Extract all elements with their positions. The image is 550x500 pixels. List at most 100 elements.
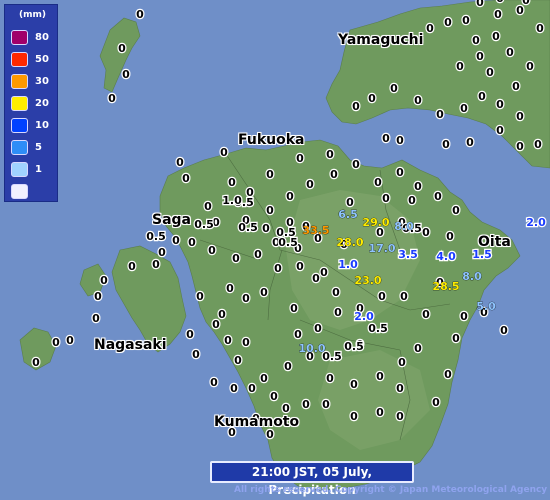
- legend-swatch: [11, 162, 28, 177]
- observation-value: 0.5: [194, 218, 214, 231]
- observation-value: 0: [444, 368, 452, 381]
- observation-value: 0: [350, 410, 358, 423]
- observation-value: 0: [210, 376, 218, 389]
- observation-value: 0: [262, 222, 270, 235]
- observation-value: 0: [456, 60, 464, 73]
- observation-value: 0: [52, 336, 60, 349]
- observation-value: 0: [496, 98, 504, 111]
- observation-value: 0: [442, 138, 450, 151]
- observation-value: 0: [94, 290, 102, 303]
- observation-value: 0: [408, 194, 416, 207]
- observation-value: 0: [414, 94, 422, 107]
- legend-swatch: [11, 74, 28, 89]
- legend-swatch: [11, 96, 28, 111]
- observation-value: 0: [296, 260, 304, 273]
- observation-value: 0: [330, 168, 338, 181]
- observation-value: 0.5: [146, 230, 166, 243]
- observation-value: 0: [460, 102, 468, 115]
- observation-value: 0: [526, 60, 534, 73]
- observation-value: 0: [312, 272, 320, 285]
- observation-value: 0: [314, 322, 322, 335]
- observation-value: 0: [374, 176, 382, 189]
- legend-swatch: [11, 30, 28, 45]
- observation-value: 17.0: [368, 242, 395, 255]
- observation-value: 0: [322, 398, 330, 411]
- observation-value: 0: [118, 42, 126, 55]
- observation-value: 0: [414, 342, 422, 355]
- observation-value: 0: [472, 34, 480, 47]
- observation-value: 0: [444, 16, 452, 29]
- observation-value: 28.5: [432, 280, 459, 293]
- observation-value: 0: [436, 108, 444, 121]
- observation-value: 0: [296, 152, 304, 165]
- observation-value: 0: [204, 200, 212, 213]
- observation-value: 10.0: [298, 342, 325, 355]
- observation-value: 0: [382, 132, 390, 145]
- observation-value: 0: [234, 354, 242, 367]
- observation-value: 0: [460, 310, 468, 323]
- observation-value: 0: [466, 136, 474, 149]
- observation-value: 0: [92, 312, 100, 325]
- observation-value: 0: [266, 168, 274, 181]
- observation-value: 0: [452, 332, 460, 345]
- observation-value: 0: [226, 282, 234, 295]
- observation-value: 0: [368, 92, 376, 105]
- observation-value: 0: [496, 0, 504, 5]
- observation-value: 0: [274, 262, 282, 275]
- observation-value: 0: [242, 292, 250, 305]
- legend-label: 1: [35, 164, 42, 175]
- observation-value: 0: [476, 0, 484, 9]
- observation-value: 0: [306, 178, 314, 191]
- observation-value: 0: [512, 80, 520, 93]
- legend-label: 20: [35, 98, 49, 109]
- observation-value: 0: [196, 290, 204, 303]
- observation-value: 0: [398, 356, 406, 369]
- observation-value: 0: [516, 110, 524, 123]
- observation-value: 0.5: [278, 236, 298, 249]
- observation-value: 0: [536, 22, 544, 35]
- precipitation-legend: (mm) 80 50 30 20 10 5 1: [4, 4, 58, 202]
- observation-value: 1.0: [338, 258, 358, 271]
- observation-value: 0: [400, 290, 408, 303]
- observation-value: 0.5: [238, 221, 258, 234]
- place-saga: Saga: [152, 212, 191, 228]
- place-nagasaki: Nagasaki: [94, 337, 167, 353]
- observation-value: 0: [182, 172, 190, 185]
- observation-value: 5.0: [476, 300, 496, 313]
- weather-map-view: 0000000000000000000000000000000000000000…: [0, 0, 550, 500]
- observation-value: 0: [326, 148, 334, 161]
- observation-value: 0: [476, 50, 484, 63]
- observation-value: 0: [396, 134, 404, 147]
- observation-value: 23.0: [354, 274, 381, 287]
- observation-value: 0: [286, 190, 294, 203]
- legend-swatch: [11, 184, 28, 199]
- place-yamaguchi: Yamaguchi: [338, 32, 424, 48]
- observation-value: 8.0: [394, 220, 414, 233]
- observation-value: 0: [220, 146, 228, 159]
- observation-value: 0: [376, 370, 384, 383]
- observation-value: 0: [248, 382, 256, 395]
- legend-swatch: [11, 140, 28, 155]
- observation-value: 0: [332, 286, 340, 299]
- legend-swatch: [11, 52, 28, 67]
- observation-value: 0: [326, 372, 334, 385]
- legend-label: 5: [35, 142, 42, 153]
- observation-value: 0: [516, 140, 524, 153]
- observation-value: 0: [230, 382, 238, 395]
- observation-value: 0: [350, 378, 358, 391]
- observation-value: 0: [232, 252, 240, 265]
- observation-value: 0: [320, 266, 328, 279]
- observation-value: 0: [176, 156, 184, 169]
- observation-value: 33.5: [302, 224, 329, 237]
- observation-value: 0: [152, 258, 160, 271]
- observation-value: 0: [422, 226, 430, 239]
- observation-value: 0: [422, 308, 430, 321]
- observation-value: 0: [260, 372, 268, 385]
- copyright-text: All rights reserved. Copyright © Japan M…: [234, 485, 548, 495]
- observation-value: 0: [396, 166, 404, 179]
- legend-unit: (mm): [19, 10, 46, 20]
- observation-value: 29.0: [362, 216, 389, 229]
- observation-value: 0: [506, 46, 514, 59]
- observation-value: 0: [32, 356, 40, 369]
- observation-value: 0: [334, 306, 342, 319]
